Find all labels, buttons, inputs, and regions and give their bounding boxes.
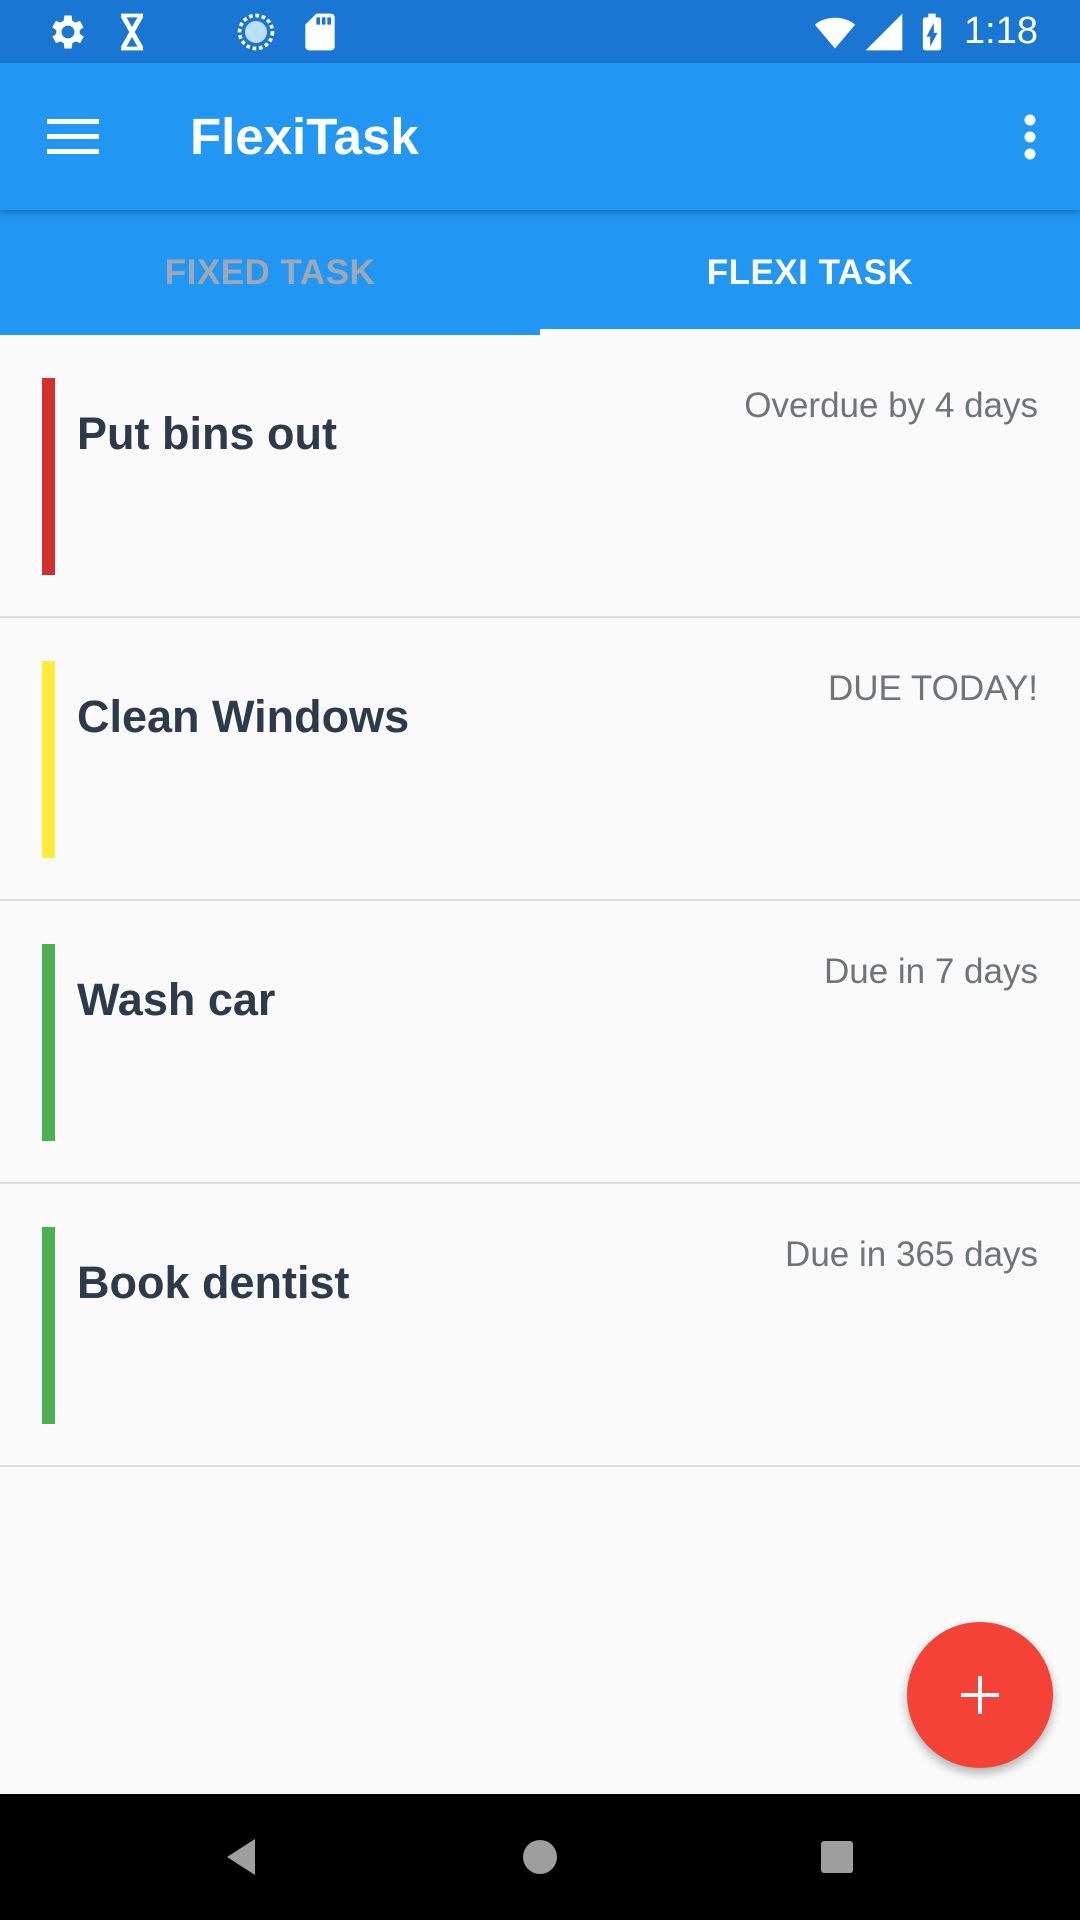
task-name: Clean Windows	[77, 691, 410, 742]
task-due: Due in 7 days	[823, 952, 1038, 991]
tab-indicator	[540, 329, 1080, 335]
status-stripe	[42, 378, 55, 575]
add-icon	[961, 1676, 999, 1714]
tab-bar: FIXED TASK FLEXI TASK	[0, 210, 1080, 335]
menu-button[interactable]	[30, 106, 116, 168]
task-list: Put bins out Overdue by 4 days Clean Win…	[0, 335, 1080, 1467]
overflow-menu-button[interactable]	[1000, 101, 1060, 173]
task-name: Put bins out	[77, 408, 337, 459]
signal-icon	[865, 13, 903, 51]
home-icon	[523, 1840, 557, 1874]
status-stripe	[42, 661, 55, 858]
task-item[interactable]: Put bins out Overdue by 4 days	[0, 335, 1080, 618]
app-title: FlexiTask	[190, 108, 419, 165]
wifi-icon	[814, 17, 856, 49]
recents-button[interactable]	[802, 1822, 872, 1892]
settings-icon	[52, 15, 84, 49]
screen: 1:18 FlexiTask FIXED TASK FLEXI TASK Put…	[0, 0, 1080, 1920]
task-name: Wash car	[77, 974, 276, 1025]
battery-charging-icon	[922, 13, 942, 51]
navigation-bar	[0, 1794, 1080, 1920]
sd-card-icon	[305, 13, 335, 51]
task-due: DUE TODAY!	[827, 669, 1038, 708]
status-stripe	[42, 944, 55, 1141]
task-item[interactable]: Clean Windows DUE TODAY!	[0, 618, 1080, 901]
tab-label: FIXED TASK	[164, 252, 376, 292]
task-item[interactable]: Wash car Due in 7 days	[0, 901, 1080, 1184]
back-icon	[227, 1839, 255, 1875]
task-item[interactable]: Book dentist Due in 365 days	[0, 1184, 1080, 1467]
recents-icon	[821, 1841, 853, 1873]
more-vert-icon	[1024, 114, 1036, 160]
sync-icon	[237, 13, 275, 51]
add-task-button[interactable]	[907, 1622, 1053, 1768]
task-name: Book dentist	[77, 1257, 350, 1308]
status-stripe	[42, 1227, 55, 1424]
app-bar: FlexiTask	[0, 63, 1080, 210]
hourglass-icon	[121, 13, 143, 51]
hamburger-menu-icon	[47, 119, 99, 154]
status-clock: 1:18	[964, 10, 1038, 52]
home-button[interactable]	[505, 1822, 575, 1892]
back-button[interactable]	[206, 1822, 276, 1892]
task-due: Overdue by 4 days	[744, 386, 1038, 425]
tab-flexi-task[interactable]: FLEXI TASK	[540, 210, 1080, 335]
task-due: Due in 365 days	[785, 1235, 1038, 1274]
status-bar: 1:18	[0, 0, 1080, 63]
tab-label: FLEXI TASK	[706, 252, 914, 292]
tab-fixed-task[interactable]: FIXED TASK	[0, 210, 540, 335]
